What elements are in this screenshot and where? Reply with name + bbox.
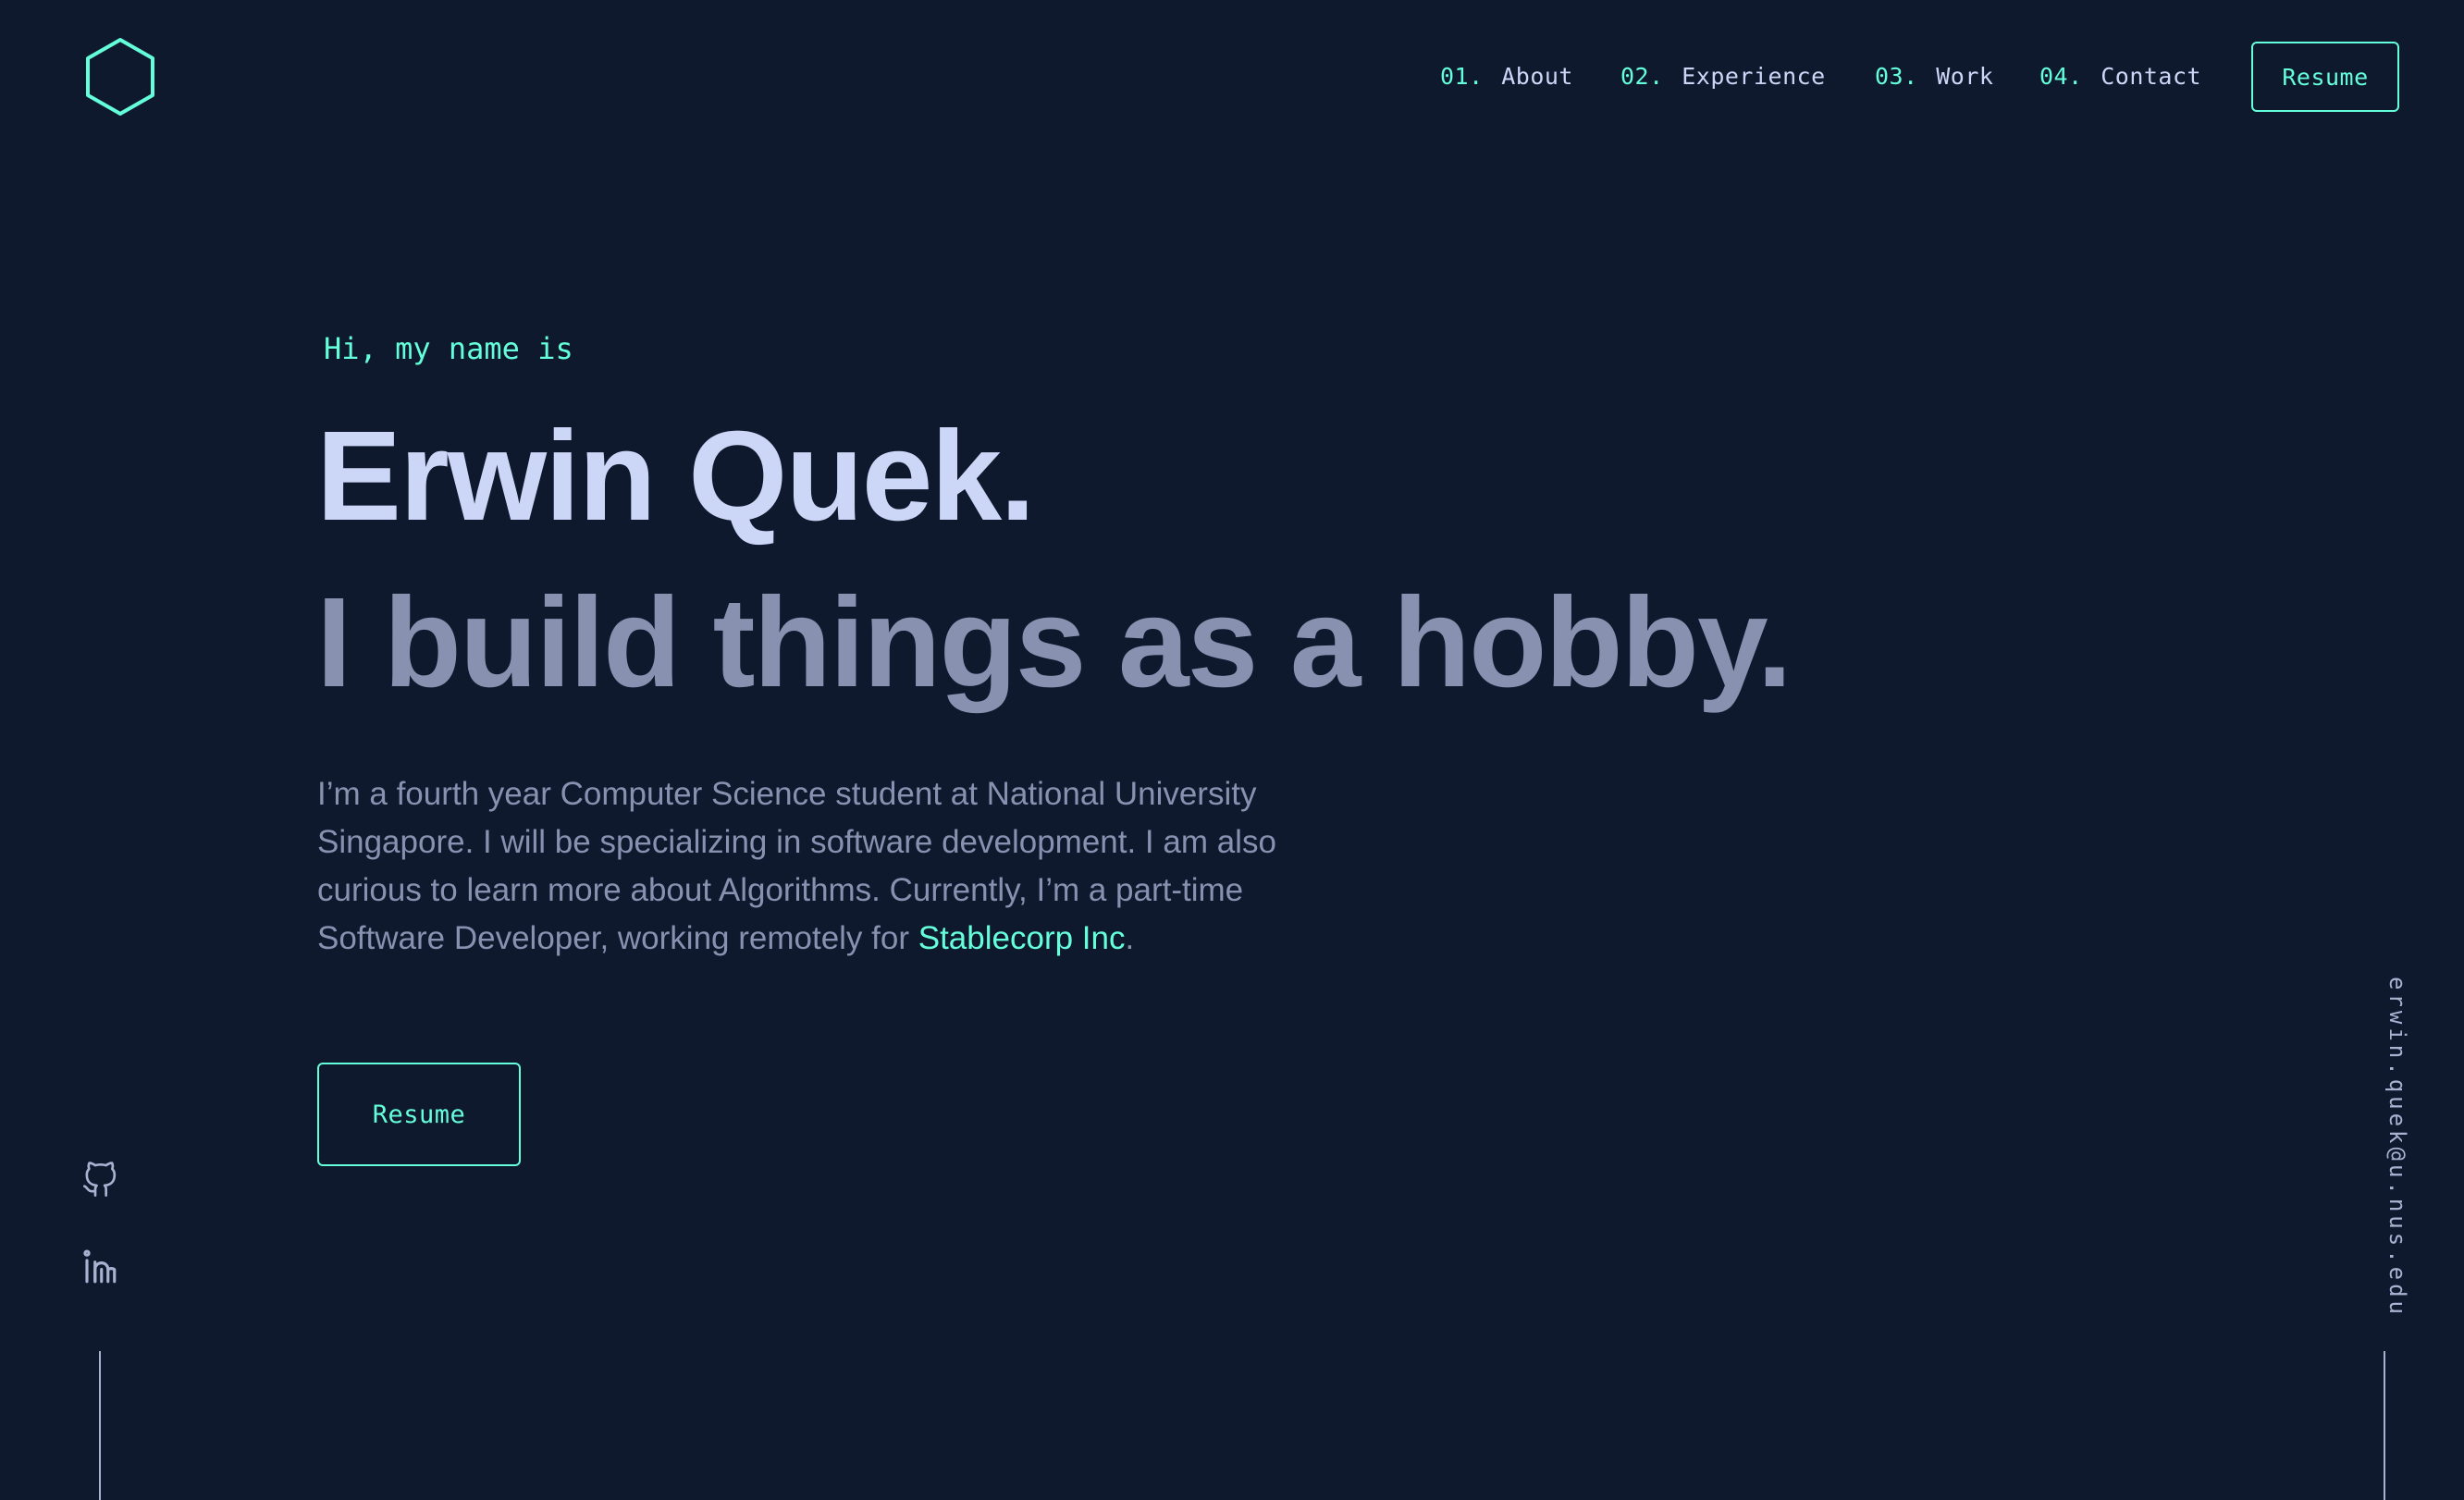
nav-item-number: 01. bbox=[1440, 63, 1484, 90]
hero-bio-end: . bbox=[1125, 920, 1135, 956]
nav-item-label: About bbox=[1501, 63, 1573, 90]
github-icon bbox=[81, 1161, 118, 1203]
hero-name: Erwin Quek. bbox=[316, 405, 1036, 547]
hero-greeting: Hi, my name is bbox=[324, 331, 573, 366]
nav-item-contact[interactable]: 04. Contact bbox=[2039, 63, 2201, 90]
nav-item-label: Contact bbox=[2101, 63, 2202, 90]
nav-item-experience[interactable]: 02. Experience bbox=[1620, 63, 1826, 90]
nav-item-work[interactable]: 03. Work bbox=[1875, 63, 1993, 90]
email-link[interactable]: erwin.quek@u.nus.edu bbox=[2384, 977, 2410, 1318]
nav-item-label: Experience bbox=[1682, 63, 1826, 90]
hero-bio: I’m a fourth year Computer Science stude… bbox=[317, 770, 1316, 963]
hero-resume-button[interactable]: Resume bbox=[317, 1063, 521, 1166]
nav-resume-button[interactable]: Resume bbox=[2251, 42, 2399, 112]
left-rail-line bbox=[99, 1351, 101, 1500]
nav-item-about[interactable]: 01. About bbox=[1440, 63, 1573, 90]
hero-tagline: I build things as a hobby. bbox=[316, 572, 1793, 714]
nav-item-number: 04. bbox=[2039, 63, 2083, 90]
hexagon-logo-icon[interactable] bbox=[85, 37, 155, 117]
right-rail-line bbox=[2384, 1351, 2385, 1500]
linkedin-link[interactable] bbox=[80, 1248, 120, 1289]
nav-item-number: 03. bbox=[1875, 63, 1918, 90]
linkedin-icon bbox=[80, 1248, 119, 1291]
nav-item-number: 02. bbox=[1620, 63, 1664, 90]
github-link[interactable] bbox=[80, 1161, 120, 1203]
nav-item-label: Work bbox=[1936, 63, 1994, 90]
employer-link[interactable]: Stablecorp Inc bbox=[918, 920, 1126, 956]
